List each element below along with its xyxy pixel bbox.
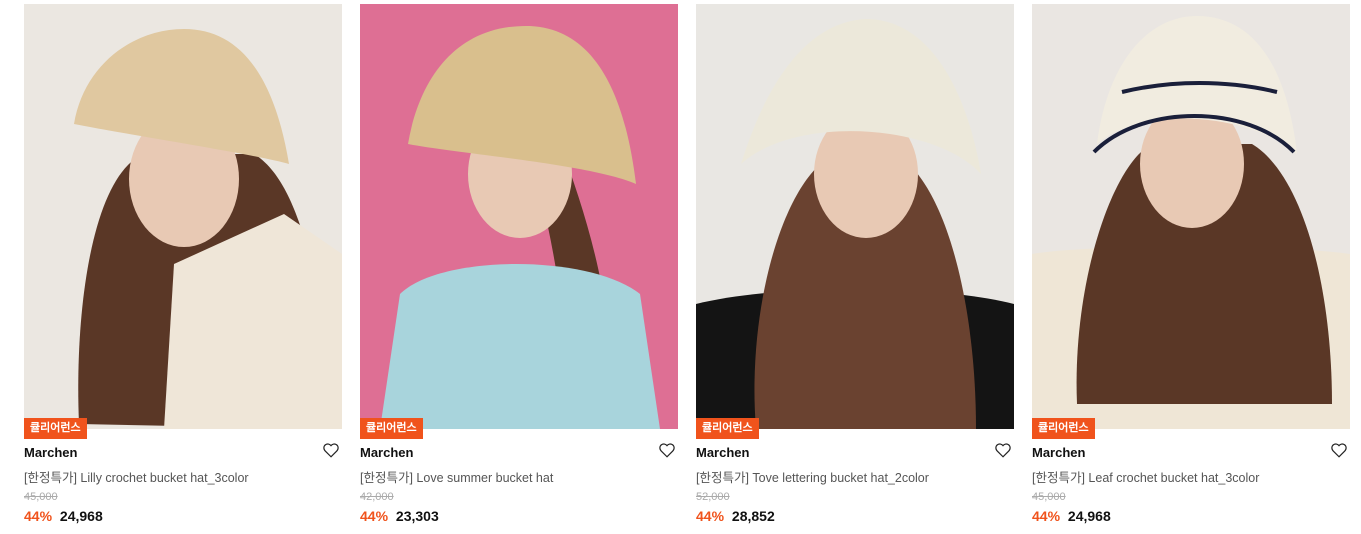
brand-name[interactable]: Marchen [1032, 445, 1085, 460]
product-image[interactable] [1032, 4, 1350, 429]
product-photo-illustration [1032, 4, 1350, 429]
original-price: 52,000 [696, 491, 730, 503]
product-grid: 큘리어런스 Marchen [한정특가] Lilly crochet bucke… [0, 0, 1361, 534]
product-title[interactable]: [한정특가] Love summer bucket hat [360, 467, 553, 486]
sale-price: 24,968 [1067, 508, 1111, 524]
product-card[interactable]: 큘리어런스 Marchen [한정특가] Lilly crochet bucke… [24, 4, 342, 529]
original-price: 42,000 [360, 491, 394, 503]
product-photo-illustration [24, 4, 342, 429]
discount-rate: 44% [360, 508, 389, 524]
brand-name[interactable]: Marchen [24, 445, 77, 460]
promo-badge: 큘리어런스 [696, 418, 759, 439]
product-title[interactable]: [한정특가] Lilly crochet bucket hat_3color [24, 467, 249, 486]
product-photo-illustration [696, 4, 1014, 429]
product-card[interactable]: 큘리어런스 Marchen [한정특가] Leaf crochet bucket… [1032, 4, 1350, 529]
heart-icon[interactable] [1330, 441, 1348, 459]
sale-price: 24,968 [59, 508, 103, 524]
price-row: 44% 23,303 [360, 508, 439, 524]
product-title[interactable]: [한정특가] Tove lettering bucket hat_2color [696, 467, 929, 486]
heart-icon[interactable] [322, 441, 340, 459]
brand-name[interactable]: Marchen [360, 445, 413, 460]
original-price: 45,000 [1032, 491, 1066, 503]
discount-rate: 44% [1032, 508, 1061, 524]
product-photo-illustration [360, 4, 678, 429]
sale-price: 23,303 [395, 508, 439, 524]
original-price: 45,000 [24, 491, 58, 503]
price-row: 44% 24,968 [24, 508, 103, 524]
heart-icon[interactable] [994, 441, 1012, 459]
promo-badge: 큘리어런스 [24, 418, 87, 439]
product-title[interactable]: [한정특가] Leaf crochet bucket hat_3color [1032, 467, 1259, 486]
heart-icon[interactable] [658, 441, 676, 459]
brand-name[interactable]: Marchen [696, 445, 749, 460]
promo-badge: 큘리어런스 [360, 418, 423, 439]
product-image[interactable] [360, 4, 678, 429]
product-image[interactable] [696, 4, 1014, 429]
sale-price: 28,852 [731, 508, 775, 524]
promo-badge: 큘리어런스 [1032, 418, 1095, 439]
discount-rate: 44% [696, 508, 725, 524]
price-row: 44% 28,852 [696, 508, 775, 524]
price-row: 44% 24,968 [1032, 508, 1111, 524]
product-card[interactable]: 큘리어런스 Marchen [한정특가] Tove lettering buck… [696, 4, 1014, 529]
product-image[interactable] [24, 4, 342, 429]
discount-rate: 44% [24, 508, 53, 524]
product-card[interactable]: 큘리어런스 Marchen [한정특가] Love summer bucket … [360, 4, 678, 529]
